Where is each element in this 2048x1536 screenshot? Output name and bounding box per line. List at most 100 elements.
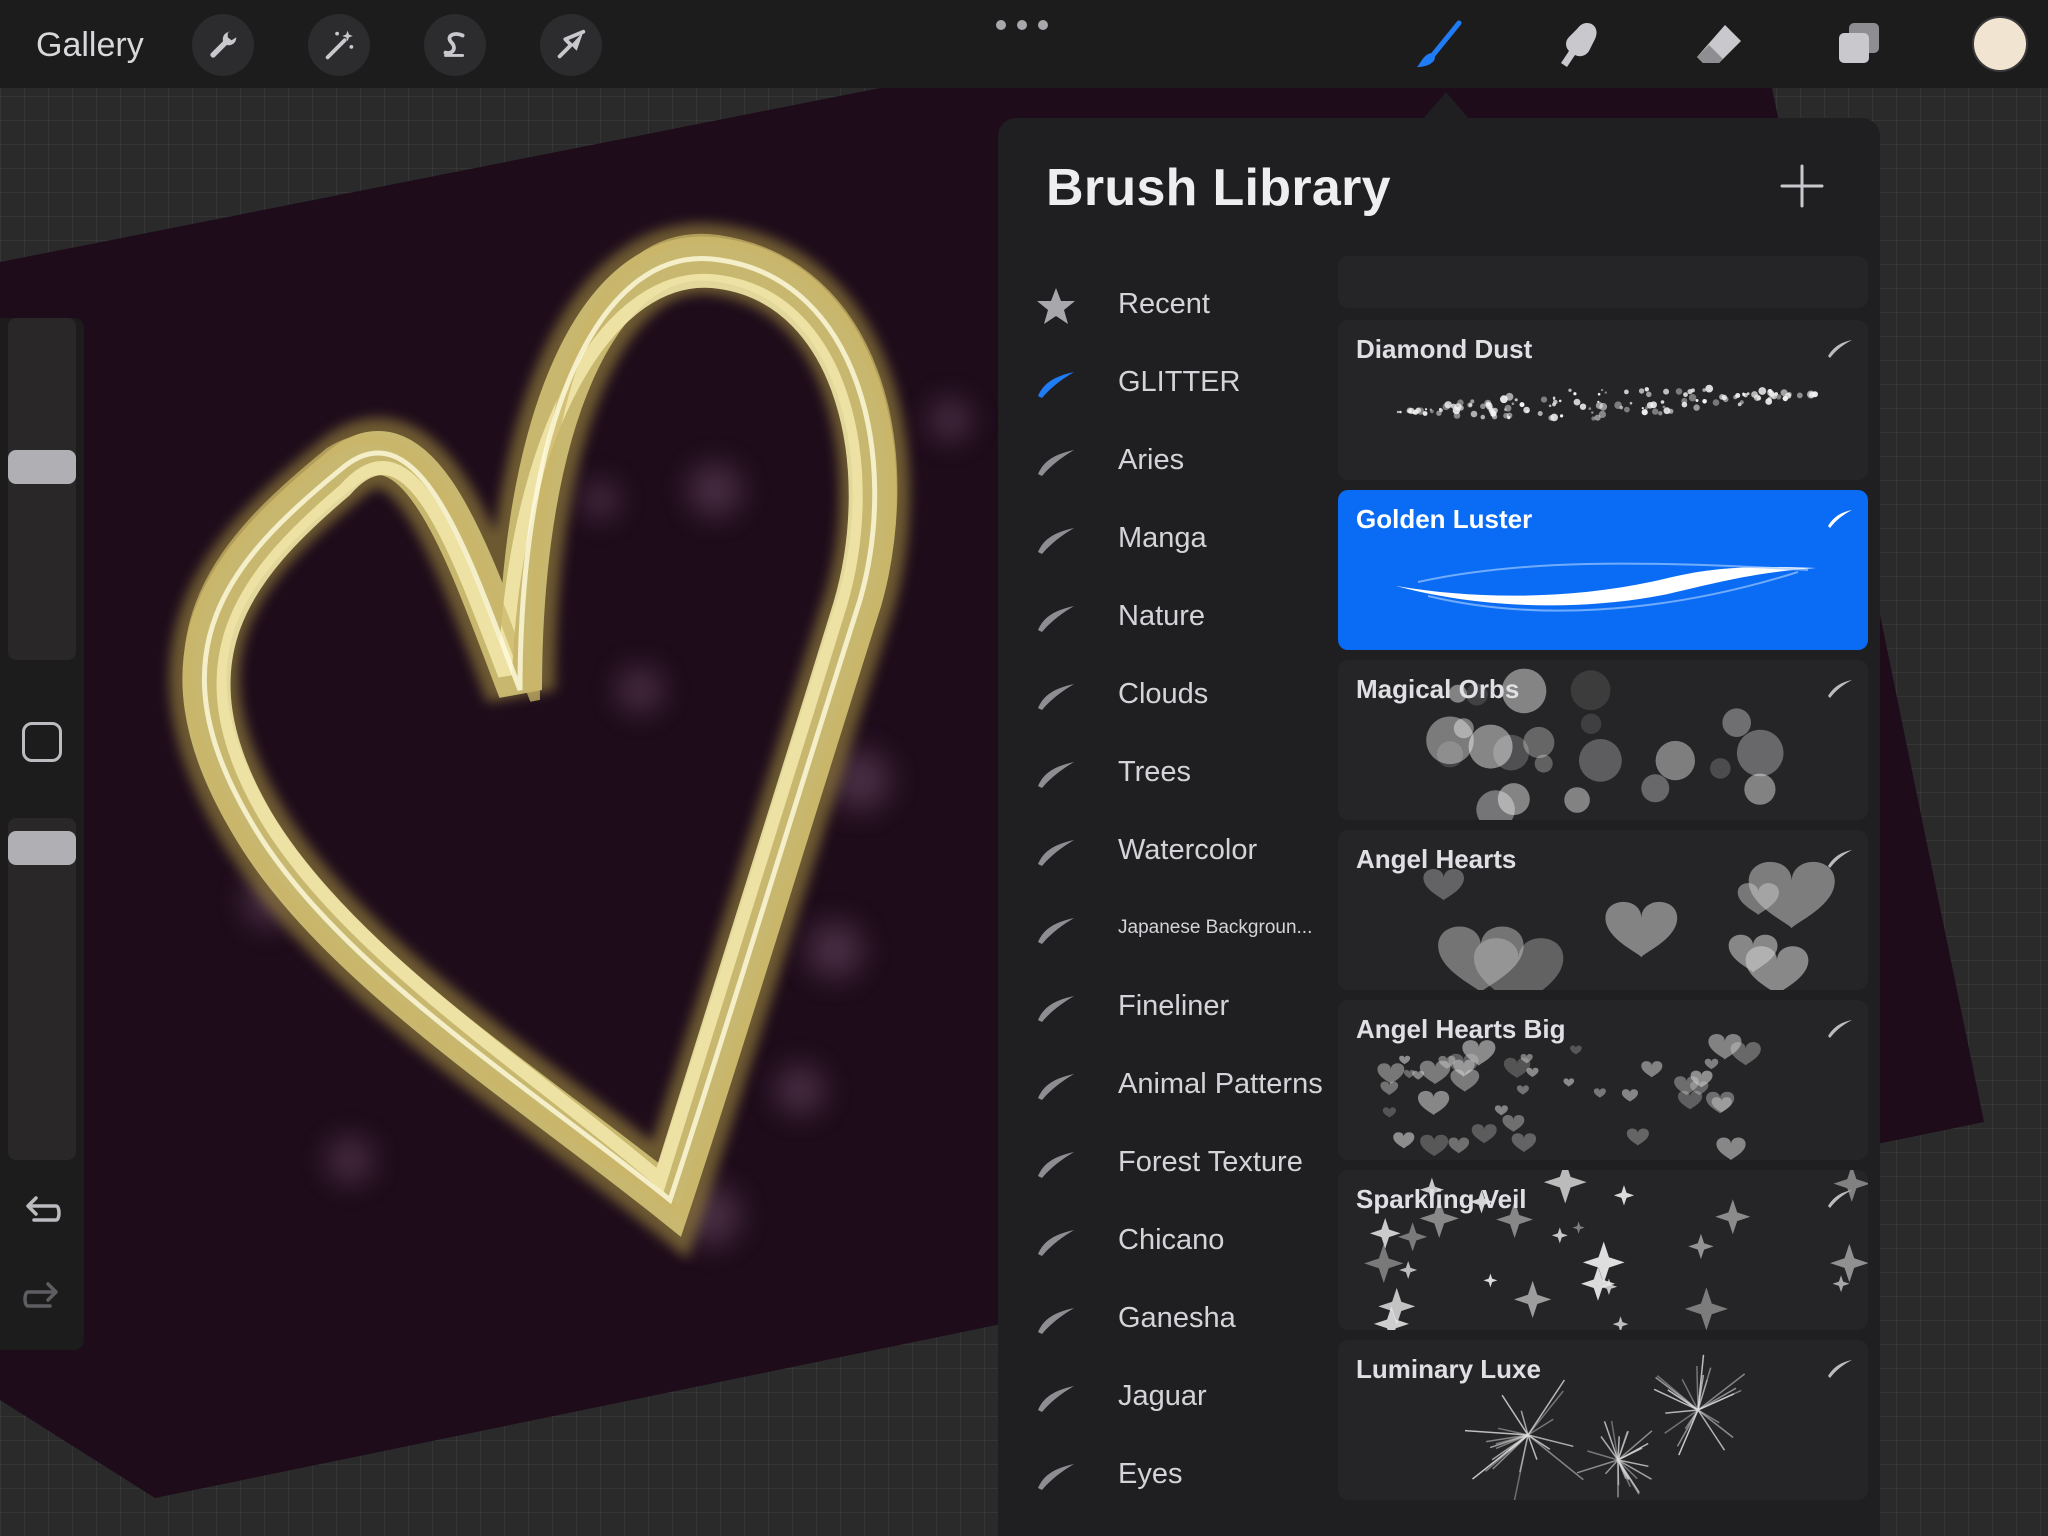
- brush-set-item[interactable]: Aries: [998, 422, 1338, 500]
- brush-set-label: Watercolor: [1118, 834, 1258, 866]
- brush-type-icon: [1824, 844, 1854, 874]
- gallery-button[interactable]: Gallery: [36, 22, 144, 68]
- star-icon: [1034, 284, 1078, 328]
- brush-name: Magical Orbs: [1356, 674, 1520, 704]
- brush-tool-button[interactable]: [1408, 14, 1470, 76]
- brush-size-slider-handle[interactable]: [8, 450, 76, 484]
- brush-size-slider[interactable]: [8, 318, 76, 660]
- brush-set-item[interactable]: Chicano: [998, 1202, 1338, 1280]
- brush-stroke-icon: [1034, 1298, 1078, 1342]
- color-picker-button[interactable]: [1972, 16, 2028, 72]
- brush-card[interactable]: Angel Hearts Big: [1338, 1000, 1868, 1160]
- selection-s-icon: [443, 32, 465, 57]
- brush-set-item[interactable]: Fineliner: [998, 968, 1338, 1046]
- eraser-tool-button[interactable]: [1688, 14, 1750, 76]
- brush-name: Sparkling Veil: [1356, 1184, 1527, 1214]
- brush-set-item[interactable]: Eyes: [998, 1436, 1338, 1514]
- actions-button[interactable]: [192, 14, 254, 76]
- brush-card[interactable]: Sparkling Veil: [1338, 1170, 1868, 1330]
- brush-icon: [1417, 20, 1462, 67]
- brush-set-item[interactable]: Trees: [998, 734, 1338, 812]
- brush-card[interactable]: Diamond Dust: [1338, 320, 1868, 480]
- brush-stroke-icon: [1034, 518, 1078, 562]
- brush-set-label: Chicano: [1118, 1224, 1225, 1256]
- brush-set-label: Eyes: [1118, 1458, 1183, 1490]
- brush-set-label: Manga: [1118, 522, 1207, 554]
- brush-stroke-icon: [1034, 1142, 1078, 1186]
- brush-set-item[interactable]: GLITTER: [998, 344, 1338, 422]
- opacity-slider-handle[interactable]: [8, 831, 76, 865]
- brush-name: Diamond Dust: [1356, 334, 1533, 364]
- layers-button[interactable]: [1828, 14, 1890, 76]
- opacity-slider[interactable]: [8, 818, 76, 1160]
- redo-button[interactable]: [20, 1276, 64, 1320]
- brush-stroke-icon: [1034, 908, 1078, 952]
- brush-set-label: Fineliner: [1118, 990, 1230, 1022]
- brush-set-item[interactable]: Forest Texture: [998, 1124, 1338, 1202]
- brush-type-icon: [1824, 504, 1854, 534]
- brush-set-label: Aries: [1118, 444, 1185, 476]
- brush-card-partial[interactable]: [1338, 256, 1868, 308]
- brush-library-panel: Brush Library Recent GLITTER Aries Manga Nat…: [998, 118, 1880, 1536]
- eraser-icon: [1697, 25, 1741, 63]
- brush-stroke-icon: [1034, 440, 1078, 484]
- brush-preview: [1338, 256, 1868, 308]
- brush-set-label: Animal Patterns: [1118, 1068, 1323, 1100]
- smudge-tool-button[interactable]: [1548, 14, 1610, 76]
- brush-stroke-icon: [1034, 1064, 1078, 1108]
- brush-stroke-icon: [1034, 986, 1078, 1030]
- brush-set-label: Nature: [1118, 600, 1206, 632]
- brush-set-label: Trees: [1118, 756, 1192, 788]
- brush-set-label: Ganesha: [1118, 1302, 1236, 1334]
- brush-type-icon: [1824, 1014, 1854, 1044]
- undo-icon: [26, 1196, 61, 1222]
- brush-type-icon: [1824, 674, 1854, 704]
- brushes-list: Diamond Dust Golden Luster Magical Orbs Ang…: [1338, 118, 1868, 1536]
- dot-icon: [1017, 20, 1027, 30]
- brush-card[interactable]: Angel Hearts: [1338, 830, 1868, 990]
- left-sidebar: [0, 318, 84, 1350]
- brush-type-icon: [1824, 1354, 1854, 1384]
- dot-icon: [1038, 20, 1048, 30]
- magic-wand-icon: [325, 30, 354, 60]
- brush-set-label: Clouds: [1118, 678, 1209, 710]
- brush-set-item[interactable]: Ganesha: [998, 1280, 1338, 1358]
- brush-set-item[interactable]: Clouds: [998, 656, 1338, 734]
- selection-button[interactable]: [424, 14, 486, 76]
- brush-set-label: Japanese Backgroun...: [1118, 917, 1313, 938]
- undo-button[interactable]: [20, 1190, 64, 1234]
- brush-name: Angel Hearts: [1356, 844, 1517, 874]
- brush-set-item[interactable]: Watercolor: [998, 812, 1338, 890]
- adjustments-button[interactable]: [308, 14, 370, 76]
- brush-card[interactable]: Magical Orbs: [1338, 660, 1868, 820]
- brush-stroke-icon: [1034, 596, 1078, 640]
- brush-set-label: GLITTER: [1118, 366, 1241, 398]
- brush-set-item[interactable]: Manga: [998, 500, 1338, 578]
- smudge-finger-icon: [1561, 23, 1597, 67]
- brush-card[interactable]: Golden Luster: [1338, 490, 1868, 650]
- more-options-button[interactable]: [996, 16, 1048, 34]
- brush-set-label: Recent: [1118, 288, 1210, 320]
- brush-set-item[interactable]: Nature: [998, 578, 1338, 656]
- brush-name: Luminary Luxe: [1356, 1354, 1541, 1384]
- wrench-icon: [210, 31, 237, 58]
- brush-type-icon: [1824, 334, 1854, 364]
- transform-button[interactable]: [540, 14, 602, 76]
- brush-stroke-icon: [1034, 752, 1078, 796]
- brush-stroke-icon: [1034, 362, 1078, 406]
- brush-card[interactable]: Luminary Luxe: [1338, 1340, 1868, 1500]
- brush-set-item[interactable]: Jaguar: [998, 1358, 1338, 1436]
- redo-icon: [23, 1282, 58, 1308]
- brush-set-item[interactable]: Japanese Backgroun...: [998, 890, 1338, 968]
- brush-stroke-icon: [1034, 1376, 1078, 1420]
- brush-set-label: Forest Texture: [1118, 1146, 1303, 1178]
- top-toolbar: Gallery: [0, 0, 2048, 88]
- brush-set-item[interactable]: Animal Patterns: [998, 1046, 1338, 1124]
- brush-set-item[interactable]: Recent: [998, 266, 1338, 344]
- brush-set-label: Jaguar: [1118, 1380, 1207, 1412]
- brush-stroke-icon: [1034, 830, 1078, 874]
- brush-type-icon: [1824, 1184, 1854, 1214]
- brush-stroke-icon: [1034, 674, 1078, 718]
- dot-icon: [996, 20, 1006, 30]
- modify-button[interactable]: [22, 722, 62, 762]
